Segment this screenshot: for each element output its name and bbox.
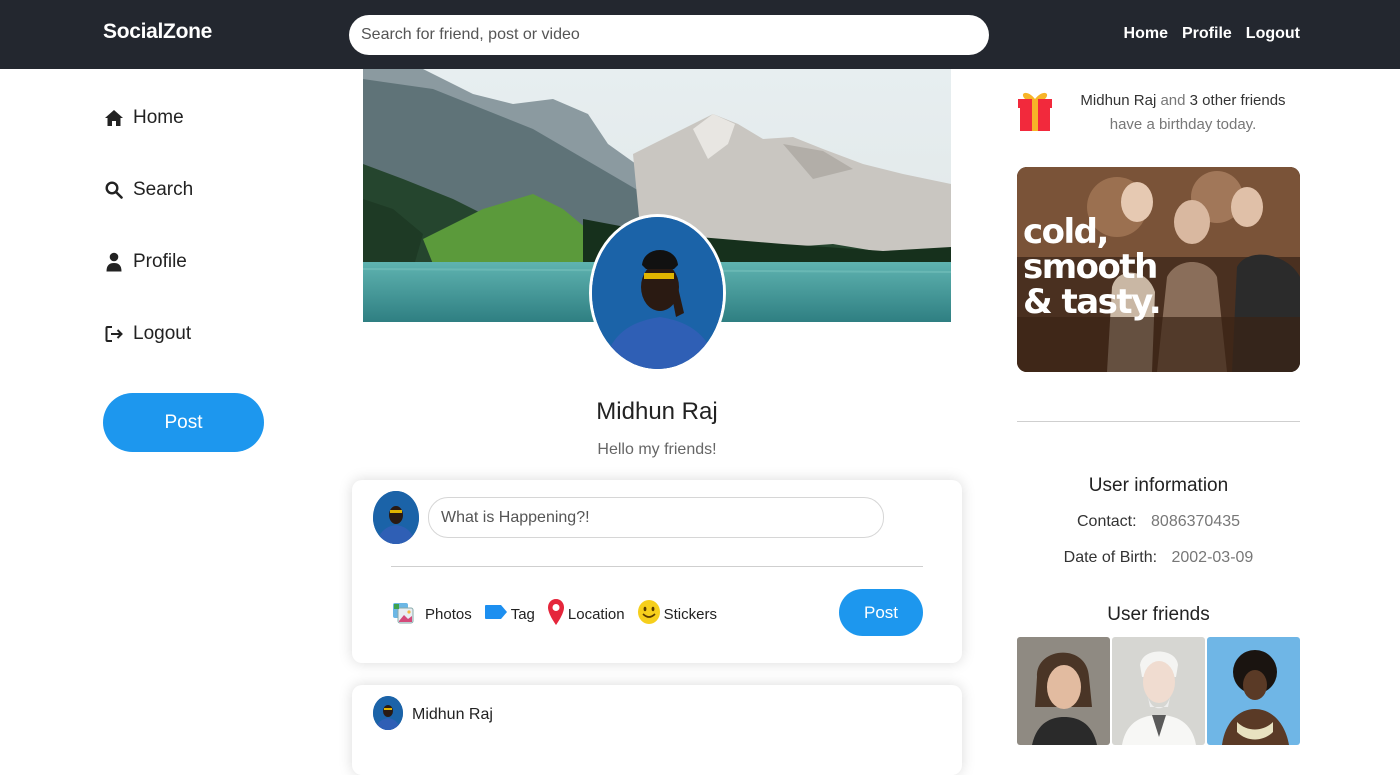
composer-avatar[interactable] xyxy=(373,491,419,544)
friend-photo[interactable] xyxy=(1017,637,1110,745)
friend-photo[interactable] xyxy=(1112,637,1205,745)
sidebar-post-button[interactable]: Post xyxy=(103,393,264,452)
feed-post: Midhun Raj xyxy=(352,685,962,775)
user-friends-title: User friends xyxy=(1107,604,1210,625)
birthday-others[interactable]: 3 other friends xyxy=(1190,92,1286,109)
option-location-label: Location xyxy=(567,605,625,623)
search-bar[interactable] xyxy=(349,15,989,55)
sidebar-item-label: Home xyxy=(133,107,184,128)
profile-name: Midhun Raj xyxy=(596,398,718,425)
composer-divider xyxy=(391,566,923,567)
app-logo[interactable]: SocialZone xyxy=(103,20,212,44)
option-stickers[interactable]: Stickers xyxy=(637,599,717,629)
search-icon xyxy=(103,181,125,199)
right-divider xyxy=(1017,421,1300,422)
ad-headline: cold, smooth & tasty. xyxy=(1023,212,1162,322)
gift-icon xyxy=(1017,87,1053,138)
option-tag[interactable]: Tag xyxy=(484,604,535,624)
location-pin-icon xyxy=(547,598,565,630)
sidebar-item-label: Search xyxy=(133,179,194,200)
contact-label: Contact: xyxy=(1076,513,1137,530)
dob-label: Date of Birth: xyxy=(1063,549,1158,566)
topnav-home-link[interactable]: Home xyxy=(1124,25,1168,43)
birthday-name[interactable]: Midhun Raj xyxy=(1080,92,1156,109)
composer-options: Photos Tag Location Stickers xyxy=(391,598,717,630)
topnav-profile-link[interactable]: Profile xyxy=(1182,25,1232,43)
sidebar-item-home[interactable]: Home xyxy=(103,100,193,136)
sidebar-item-label: Profile xyxy=(133,251,187,272)
contact-value: 8086370435 xyxy=(1151,513,1241,530)
search-input[interactable] xyxy=(361,26,989,44)
friend-photo[interactable] xyxy=(1207,637,1300,745)
tag-icon xyxy=(484,604,508,624)
compose-input[interactable] xyxy=(428,497,884,538)
top-navbar: SocialZone Home Profile Logout xyxy=(0,0,1400,69)
sidebar-item-label: Logout xyxy=(133,323,192,344)
option-tag-label: Tag xyxy=(510,605,535,623)
dob-row: Date of Birth: 2002-03-09 xyxy=(1017,549,1300,567)
birthday-rest: have a birthday today. xyxy=(1109,116,1257,133)
smiley-icon xyxy=(637,599,661,629)
left-sidebar: Home Search Profile Logout xyxy=(103,100,193,388)
profile-avatar[interactable] xyxy=(589,214,726,372)
user-icon xyxy=(103,252,125,272)
sidebar-item-logout[interactable]: Logout xyxy=(103,316,193,352)
top-nav-links: Home Profile Logout xyxy=(1124,25,1300,43)
profile-bio: Hello my friends! xyxy=(597,441,717,458)
feed-post-author[interactable]: Midhun Raj xyxy=(412,706,493,724)
logout-icon xyxy=(103,325,125,343)
photos-icon xyxy=(391,600,415,628)
birthday-connector: and xyxy=(1160,92,1186,109)
advertisement-banner[interactable]: cold, smooth & tasty. xyxy=(1017,167,1300,372)
user-info-title: User information xyxy=(1088,475,1229,496)
feed-post-avatar[interactable] xyxy=(373,696,403,730)
topnav-logout-link[interactable]: Logout xyxy=(1246,25,1300,43)
option-photos[interactable]: Photos xyxy=(391,600,472,628)
option-stickers-label: Stickers xyxy=(663,605,717,623)
contact-row: Contact: 8086370435 xyxy=(1017,513,1300,531)
dob-value: 2002-03-09 xyxy=(1171,549,1254,566)
home-icon xyxy=(103,109,125,127)
birthday-text: Midhun Raj and 3 other friends have a bi… xyxy=(1065,89,1301,137)
option-photos-label: Photos xyxy=(425,605,472,623)
composer-post-button[interactable]: Post xyxy=(839,589,923,636)
sidebar-item-search[interactable]: Search xyxy=(103,172,193,208)
post-composer: Photos Tag Location Stickers Post xyxy=(352,480,962,663)
option-location[interactable]: Location xyxy=(547,598,625,630)
sidebar-item-profile[interactable]: Profile xyxy=(103,244,193,280)
